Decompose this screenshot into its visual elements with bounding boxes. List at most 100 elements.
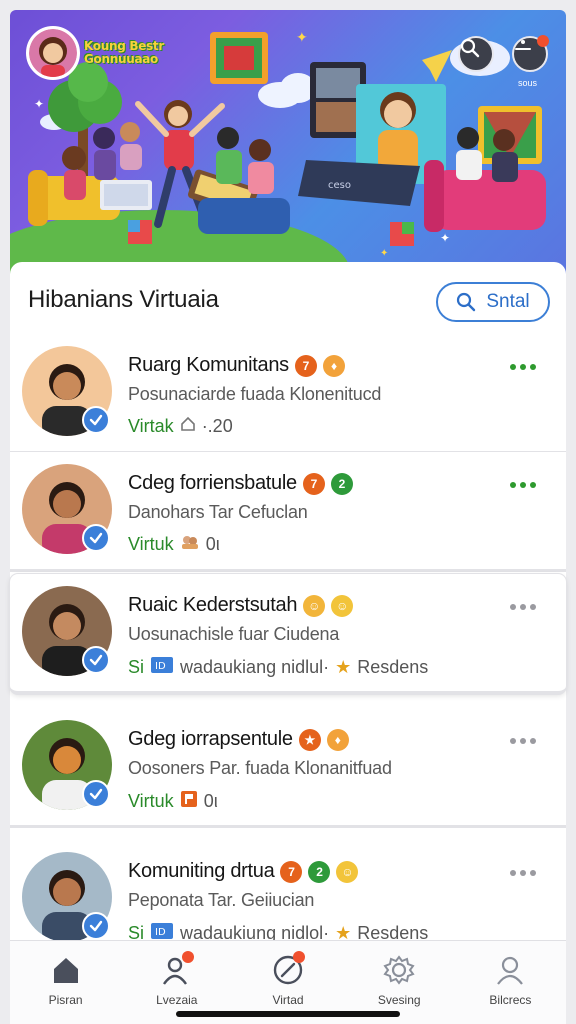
nav-label: Virtad (272, 993, 304, 1007)
more-options-button[interactable] (510, 870, 536, 876)
more-dot (520, 364, 526, 370)
community-name-text[interactable]: Ruaic Kederstsutah (128, 594, 297, 617)
home-icon (49, 953, 83, 987)
nav-label: Bilcrecs (489, 993, 532, 1007)
community-name-text[interactable]: Gdeg iorrapsentule (128, 728, 293, 751)
community-meta: Virtak ·.20 (128, 416, 233, 437)
notification-dot (181, 951, 194, 963)
community-badge: ♦ (322, 354, 345, 377)
more-dot (520, 738, 526, 744)
svg-text:✦: ✦ (440, 231, 450, 245)
nav-item[interactable]: Pisran (10, 941, 121, 1024)
people-icon (180, 534, 200, 555)
community-name-text[interactable]: Cdeg forriensbatule (128, 472, 297, 495)
community-badge: ★ (298, 728, 321, 751)
verified-check-icon (82, 912, 110, 940)
community-description: Uosunachisle fuar Ciudena (128, 624, 340, 644)
star-icon: ★ (335, 657, 352, 677)
banner-search-button[interactable] (458, 36, 494, 72)
community-name-text[interactable]: Komuniting drtua (128, 860, 275, 883)
community-badge: 7 (302, 472, 325, 495)
more-dot (510, 482, 516, 488)
community-badge: ☺ (336, 860, 359, 883)
svg-text:ID: ID (155, 927, 166, 938)
community-badge: ☺ (303, 594, 326, 617)
nav-label: Pisran (48, 993, 83, 1007)
app-logo-text: Koung Bestr Gonnuuaao (84, 39, 164, 66)
home-icon (180, 416, 196, 437)
community-badge: 7 (280, 860, 303, 883)
community-card[interactable]: Ruaic Kederstsutah ☺ ☺ Uosunachisle fuar … (10, 574, 566, 694)
sparkle-menu-icon (515, 40, 531, 50)
more-options-button[interactable] (510, 738, 536, 744)
app-screen: ✦ ✦ ✦ ✦ ceso Koung Bestr Gonnuuaao sous … (0, 0, 576, 1024)
community-meta: Virtuk 0ι (128, 534, 220, 555)
flag-icon (180, 790, 198, 813)
community-meta: Virtuk 0ι (128, 790, 218, 813)
svg-text:✦: ✦ (296, 30, 308, 46)
more-dot (530, 364, 536, 370)
more-dot (510, 870, 516, 876)
monitor-label: ceso (328, 180, 351, 191)
community-count: ·.20 (201, 416, 233, 436)
gear-icon (382, 953, 416, 987)
community-status: Si (128, 657, 145, 677)
more-options-button[interactable] (510, 482, 536, 488)
community-panel: Hibanians Virtuaia Sntal Ruarg Komunitan… (10, 262, 566, 962)
svg-text:ID: ID (155, 661, 166, 672)
more-dot (530, 482, 536, 488)
menu-caption: sous (518, 78, 538, 88)
more-dot (510, 604, 516, 610)
verified-check-icon (82, 524, 110, 552)
banner-menu-button[interactable] (512, 35, 549, 72)
community-status: Virtak (128, 416, 174, 436)
community-extra: Resdens (357, 657, 429, 677)
community-badge: ♦ (326, 728, 349, 751)
search-pill-label: Sntal (486, 291, 530, 312)
more-dot (520, 604, 526, 610)
verified-check-icon (82, 406, 110, 434)
community-card[interactable]: Ruarg Komunitans 7 ♦ Posunaciarde fuada K… (10, 334, 566, 454)
more-dot (530, 604, 536, 610)
user-icon (160, 951, 194, 987)
notification-dot (537, 35, 549, 47)
community-description: Oosoners Par. fuada Klonanitfuad (128, 758, 392, 778)
community-name: Ruarg Komunitans 7 ♦ (128, 354, 345, 377)
more-dot (510, 364, 516, 370)
app-logo-avatar (26, 26, 80, 80)
more-options-button[interactable] (510, 364, 536, 370)
community-count: wadaukiang nidlul· (180, 657, 330, 677)
svg-text:✦: ✦ (34, 97, 44, 111)
community-name: Gdeg iorrapsentule ★ ♦ (128, 728, 349, 751)
profile-icon (493, 953, 527, 987)
compass-icon (271, 951, 305, 987)
community-badge: 7 (294, 354, 317, 377)
notification-dot (293, 951, 305, 963)
hero-banner: ✦ ✦ ✦ ✦ ceso Koung Bestr Gonnuuaao sous (10, 10, 566, 280)
community-badge: 2 (308, 860, 331, 883)
community-badge: ☺ (331, 594, 354, 617)
search-icon (460, 38, 480, 58)
community-count: 0ι (205, 534, 220, 554)
community-name: Komuniting drtua 7 2 ☺ (128, 860, 359, 883)
nav-label: Svesing (377, 993, 421, 1007)
more-dot (530, 870, 536, 876)
more-options-button[interactable] (510, 604, 536, 610)
community-description: Posunaciarde fuada Klonenitucd (128, 384, 382, 404)
community-card[interactable]: Gdeg iorrapsentule ★ ♦ Oosoners Par. fuad… (10, 708, 566, 828)
community-count: 0ι (203, 791, 218, 811)
nav-item[interactable]: Bilcrecs (455, 941, 566, 1024)
community-name-text[interactable]: Ruarg Komunitans (128, 354, 289, 377)
community-name: Cdeg forriensbatule 72 (128, 472, 353, 495)
more-dot (520, 870, 526, 876)
community-name: Ruaic Kederstsutah ☺ ☺ (128, 594, 354, 617)
search-pill-button[interactable]: Sntal (436, 282, 550, 322)
community-status: Virtuk (128, 791, 174, 811)
verified-check-icon (82, 780, 110, 808)
more-dot (530, 738, 536, 744)
community-badge: 2 (330, 472, 353, 495)
community-description: Peponata Tar. Geiiucian (128, 890, 315, 910)
verified-check-icon (82, 646, 110, 674)
community-card[interactable]: Cdeg forriensbatule 72 Danohars Tar Cefu… (10, 452, 566, 572)
community-description: Danohars Tar Cefuclan (128, 502, 308, 522)
